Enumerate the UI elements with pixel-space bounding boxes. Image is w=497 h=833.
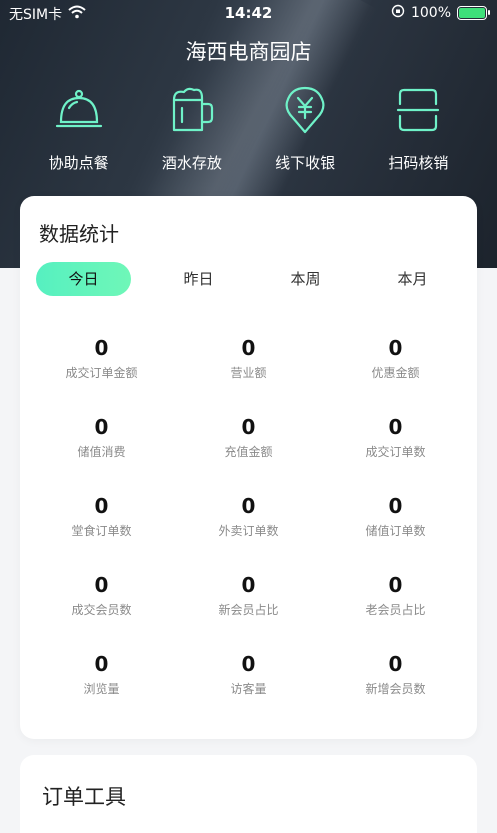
- status-bar: 无SIM卡 14:42 100%: [0, 0, 497, 26]
- quick-action-assist-order[interactable]: 协助点餐: [31, 82, 127, 178]
- quick-action-drink-storage[interactable]: 酒水存放: [144, 82, 240, 178]
- stat-label: 老会员占比: [365, 603, 426, 617]
- stat-new-member-ratio: 0 新会员占比: [175, 573, 322, 617]
- stat-value: 0: [241, 573, 256, 597]
- stat-value: 0: [241, 494, 256, 518]
- beer-mug-icon: [164, 82, 220, 138]
- stat-label: 优惠金额: [371, 366, 420, 380]
- stat-label: 成交订单金额: [65, 366, 138, 380]
- quick-actions: 协助点餐 酒水存放 线下收银 扫码核销: [0, 82, 497, 178]
- stat-value: 0: [388, 494, 403, 518]
- stat-deal-member-count: 0 成交会员数: [28, 573, 175, 617]
- quick-action-scan-verify[interactable]: 扫码核销: [370, 82, 466, 178]
- quick-action-offline-cashier[interactable]: 线下收银: [257, 82, 353, 178]
- stat-label: 堂食订单数: [71, 524, 132, 538]
- battery-icon: [457, 6, 490, 20]
- quick-action-label: 协助点餐: [48, 154, 109, 172]
- stat-value: 0: [94, 573, 109, 597]
- stat-value: 0: [94, 494, 109, 518]
- stat-stored-value-order-count: 0 储值订单数: [322, 494, 469, 538]
- stat-value: 0: [388, 415, 403, 439]
- cloche-icon: [51, 82, 107, 138]
- stat-visitors: 0 访客量: [175, 652, 322, 696]
- stat-value: 0: [241, 336, 256, 360]
- stat-label: 营业额: [230, 366, 267, 380]
- stat-value: 0: [388, 652, 403, 676]
- scan-icon: [390, 82, 446, 138]
- stat-label: 成交会员数: [71, 603, 132, 617]
- stat-label: 外卖订单数: [218, 524, 279, 538]
- stat-label: 充值金额: [224, 445, 273, 459]
- stat-value: 0: [241, 652, 256, 676]
- stat-label: 储值消费: [77, 445, 126, 459]
- stat-label: 新增会员数: [365, 682, 426, 696]
- stat-deal-order-count: 0 成交订单数: [322, 415, 469, 459]
- stat-value: 0: [241, 415, 256, 439]
- quick-action-label: 线下收银: [275, 154, 336, 172]
- stat-value: 0: [388, 336, 403, 360]
- quick-action-label: 扫码核销: [388, 154, 449, 172]
- stat-stored-value-consumption: 0 储值消费: [28, 415, 175, 459]
- tab-this-month[interactable]: 本月: [359, 262, 466, 296]
- stat-old-member-ratio: 0 老会员占比: [322, 573, 469, 617]
- orientation-lock-icon: [391, 4, 405, 22]
- stat-discount-amount: 0 优惠金额: [322, 336, 469, 380]
- stat-page-views: 0 浏览量: [28, 652, 175, 696]
- stat-label: 储值订单数: [365, 524, 426, 538]
- tab-today[interactable]: 今日: [36, 262, 131, 296]
- period-tabs: 今日 昨日 本周 本月: [36, 262, 466, 296]
- stat-label: 新会员占比: [218, 603, 279, 617]
- stat-value: 0: [94, 652, 109, 676]
- stat-value: 0: [94, 415, 109, 439]
- order-tools-title: 订单工具: [42, 785, 126, 809]
- store-title: 海西电商园店: [185, 40, 312, 64]
- tab-this-week[interactable]: 本周: [252, 262, 359, 296]
- battery-percent: 100%: [410, 5, 451, 21]
- stat-recharge-amount: 0 充值金额: [175, 415, 322, 459]
- tab-yesterday[interactable]: 昨日: [145, 262, 252, 296]
- order-tools-card: 订单工具: [20, 755, 477, 833]
- stat-value: 0: [94, 336, 109, 360]
- stat-label: 成交订单数: [365, 445, 426, 459]
- stat-value: 0: [388, 573, 403, 597]
- stats-title: 数据统计: [39, 222, 119, 246]
- stat-takeout-order-count: 0 外卖订单数: [175, 494, 322, 538]
- data-stats-card: 数据统计 今日 昨日 本周 本月 0 成交订单金额 0 营业额 0 优惠金额 0 储值消…: [20, 196, 477, 739]
- stat-revenue: 0 营业额: [175, 336, 322, 380]
- stat-deal-order-amount: 0 成交订单金额: [28, 336, 175, 380]
- quick-action-label: 酒水存放: [161, 154, 222, 172]
- stat-new-members: 0 新增会员数: [322, 652, 469, 696]
- yuan-pin-icon: [277, 82, 333, 138]
- stats-grid: 0 成交订单金额 0 营业额 0 优惠金额 0 储值消费 0 充值金额 0 成交订单数 0 堂…: [28, 336, 469, 696]
- stat-label: 浏览量: [83, 682, 120, 696]
- stat-label: 访客量: [230, 682, 267, 696]
- stat-dine-in-order-count: 0 堂食订单数: [28, 494, 175, 538]
